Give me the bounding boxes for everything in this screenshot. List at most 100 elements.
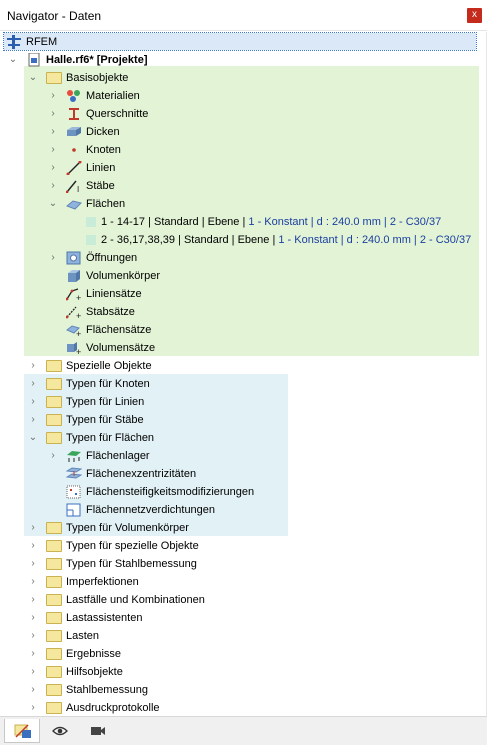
- chevron-right-icon[interactable]: ›: [48, 91, 58, 101]
- tree-row-dicken[interactable]: › Dicken: [0, 123, 487, 141]
- chevron-right-icon[interactable]: ›: [28, 541, 38, 551]
- folder-icon: [46, 558, 62, 570]
- tree-row-ausdruckprotokolle[interactable]: › Ausdruckprotokolle: [0, 699, 487, 716]
- svg-text:I: I: [77, 185, 79, 193]
- tree-label: Ausdruckprotokolle: [66, 702, 160, 714]
- tree-row-spezielle[interactable]: › Spezielle Objekte: [0, 357, 487, 375]
- tree-label: Spezielle Objekte: [66, 360, 152, 372]
- tree-row-liniensaetze[interactable]: + Liniensätze: [0, 285, 487, 303]
- tree-row-flaechensteifigkeit[interactable]: Flächensteifigkeitsmodifizierungen: [0, 483, 487, 501]
- chevron-right-icon[interactable]: ›: [48, 145, 58, 155]
- tree-row-typen-spezielle[interactable]: › Typen für spezielle Objekte: [0, 537, 487, 555]
- chevron-down-icon[interactable]: ⌄: [28, 73, 38, 83]
- tree-row-typen-knoten[interactable]: › Typen für Knoten: [0, 375, 487, 393]
- tree-row-imperfektionen[interactable]: › Imperfektionen: [0, 573, 487, 591]
- tree-label: Stahlbemessung: [66, 684, 148, 696]
- chevron-right-icon[interactable]: ›: [48, 127, 58, 137]
- tree-row-lasten[interactable]: › Lasten: [0, 627, 487, 645]
- chevron-right-icon[interactable]: ›: [28, 397, 38, 407]
- tree-row-project[interactable]: ⌄ Halle.rf6* [Projekte]: [0, 51, 487, 69]
- tree-row-linien[interactable]: › Linien: [0, 159, 487, 177]
- tree-row-typen-flaechen[interactable]: ⌄ Typen für Flächen: [0, 429, 487, 447]
- tree-row-ergebnisse[interactable]: › Ergebnisse: [0, 645, 487, 663]
- tree-row-volumensaetze[interactable]: + Volumensätze: [0, 339, 487, 357]
- navigator-tree[interactable]: RFEM ⌄ Halle.rf6* [Projekte] ⌄ Basisobje…: [0, 32, 487, 716]
- tree-label: Flächensteifigkeitsmodifizierungen: [86, 486, 255, 498]
- surface-eccentricity-icon: [66, 467, 82, 479]
- folder-icon: [46, 540, 62, 552]
- chevron-right-icon[interactable]: ›: [28, 703, 38, 713]
- tree-row-flaechenlager[interactable]: › Flächenlager: [0, 447, 487, 465]
- tab-view[interactable]: [42, 719, 78, 743]
- tree-label: Halle.rf6* [Projekte]: [46, 54, 148, 66]
- tree-row-querschnitte[interactable]: › Querschnitte: [0, 105, 487, 123]
- tree-row-stahlbemessung[interactable]: › Stahlbemessung: [0, 681, 487, 699]
- tree-row-staebe[interactable]: › I Stäbe: [0, 177, 487, 195]
- chevron-right-icon[interactable]: ›: [28, 379, 38, 389]
- tree-row-hilfsobjekte[interactable]: › Hilfsobjekte: [0, 663, 487, 681]
- svg-text:+: +: [76, 311, 81, 319]
- chevron-right-icon[interactable]: ›: [48, 163, 58, 173]
- tree-row-oeffnungen[interactable]: › Öffnungen: [0, 249, 487, 267]
- chevron-right-icon[interactable]: ›: [48, 109, 58, 119]
- close-button[interactable]: x: [467, 8, 482, 23]
- chevron-right-icon[interactable]: ›: [48, 451, 58, 461]
- tree-row-lastfaelle[interactable]: › Lastfälle und Kombinationen: [0, 591, 487, 609]
- chevron-down-icon[interactable]: ⌄: [8, 55, 18, 65]
- chevron-right-icon[interactable]: ›: [28, 523, 38, 533]
- tree-row-rfem[interactable]: RFEM: [0, 32, 487, 51]
- tree-row-typen-volumenkoerper[interactable]: › Typen für Volumenkörper: [0, 519, 487, 537]
- tab-camera[interactable]: [80, 719, 116, 743]
- tree-label: Flächenexzentrizitäten: [86, 468, 197, 480]
- chevron-right-icon[interactable]: ›: [28, 613, 38, 623]
- folder-icon: [46, 594, 62, 606]
- tree-label: Typen für Stahlbemessung: [66, 558, 197, 570]
- tree-row-flaechenexzentrizitaeten[interactable]: Flächenexzentrizitäten: [0, 465, 487, 483]
- chevron-right-icon[interactable]: ›: [28, 649, 38, 659]
- line-icon: [66, 161, 82, 175]
- folder-open-icon: [46, 432, 62, 444]
- stiffness-modification-icon: [66, 485, 81, 499]
- surface-color-swatch: [86, 235, 96, 245]
- surface-entry-main: 2 - 36,17,38,39 | Standard | Ebene |: [101, 234, 279, 246]
- chevron-right-icon[interactable]: ›: [28, 595, 38, 605]
- tab-data[interactable]: [4, 719, 40, 743]
- project-file-icon: [28, 53, 40, 67]
- tree-row-typen-stahlbemessung[interactable]: › Typen für Stahlbemessung: [0, 555, 487, 573]
- tree-row-typen-staebe[interactable]: › Typen für Stäbe: [0, 411, 487, 429]
- tree-row-volumenkoerper[interactable]: Volumenkörper: [0, 267, 487, 285]
- tree-label: Typen für Volumenkörper: [66, 522, 189, 534]
- tree-row-stabsaetze[interactable]: + Stabsätze: [0, 303, 487, 321]
- chevron-right-icon[interactable]: ›: [28, 415, 38, 425]
- tree-row-materialien[interactable]: › Materialien: [0, 87, 487, 105]
- tree-row-flaechen[interactable]: ⌄ Flächen: [0, 195, 487, 213]
- tree-label: Flächen: [86, 198, 126, 210]
- tree-row-flaeche-1[interactable]: 1 - 14-17 | Standard | Ebene | 1 - Konst…: [0, 213, 487, 231]
- svg-text:+: +: [76, 329, 81, 337]
- tree-row-basisobjekte[interactable]: ⌄ Basisobjekte: [0, 69, 487, 87]
- tree-row-typen-linien[interactable]: › Typen für Linien: [0, 393, 487, 411]
- chevron-right-icon[interactable]: ›: [28, 685, 38, 695]
- chevron-right-icon[interactable]: ›: [28, 361, 38, 371]
- folder-icon: [46, 360, 62, 372]
- chevron-right-icon[interactable]: ›: [28, 631, 38, 641]
- tree-row-lastassistenten[interactable]: › Lastassistenten: [0, 609, 487, 627]
- chevron-right-icon[interactable]: ›: [48, 253, 58, 263]
- tree-row-flaechennetz[interactable]: Flächennetzverdichtungen: [0, 501, 487, 519]
- chevron-right-icon[interactable]: ›: [28, 559, 38, 569]
- tree-row-flaechensaetze[interactable]: + Flächensätze: [0, 321, 487, 339]
- chevron-down-icon[interactable]: ⌄: [48, 199, 58, 209]
- chevron-down-icon[interactable]: ⌄: [28, 433, 38, 443]
- solid-set-icon: +: [67, 342, 81, 355]
- chevron-right-icon[interactable]: ›: [28, 667, 38, 677]
- tree-row-knoten[interactable]: › Knoten: [0, 141, 487, 159]
- tree-label: Materialien: [86, 90, 140, 102]
- chevron-right-icon[interactable]: ›: [28, 577, 38, 587]
- tree-label: Knoten: [86, 144, 121, 156]
- opening-icon: [66, 251, 81, 265]
- folder-icon: [46, 612, 62, 624]
- tree-label: Stäbe: [86, 180, 115, 192]
- tree-row-flaeche-2[interactable]: 2 - 36,17,38,39 | Standard | Ebene | 1 -…: [0, 231, 487, 249]
- tree-label: Hilfsobjekte: [66, 666, 123, 678]
- chevron-right-icon[interactable]: ›: [48, 181, 58, 191]
